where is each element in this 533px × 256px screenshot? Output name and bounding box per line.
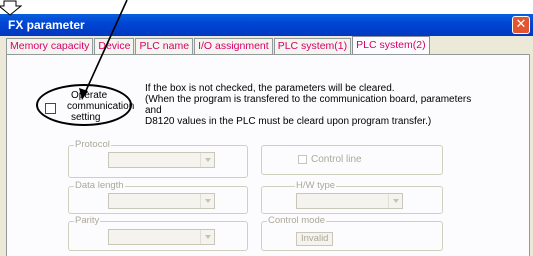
control-mode-group: Control mode — [261, 215, 443, 251]
chevron-down-icon — [200, 230, 214, 244]
control-line-checkbox[interactable] — [298, 155, 307, 164]
tab-io-assignment[interactable]: I/O assignment — [194, 38, 273, 54]
hollow-down-arrow-icon — [0, 0, 23, 16]
tab-plc-name[interactable]: PLC name — [135, 38, 194, 54]
close-button[interactable]: ✕ — [512, 16, 530, 34]
operate-communication-checkbox[interactable] — [45, 103, 56, 114]
data-length-select[interactable] — [108, 193, 215, 209]
info-line: If the box is not checked, the parameter… — [145, 83, 395, 94]
tab-memory-capacity[interactable]: Memory capacity — [6, 38, 94, 54]
control-mode-value[interactable]: Invalid — [296, 232, 334, 246]
protocol-select[interactable] — [108, 152, 215, 168]
control-line-label: Control line — [311, 154, 362, 165]
chevron-down-icon — [388, 194, 402, 208]
title-bar[interactable]: FX parameter ✕ — [0, 14, 533, 36]
tab-device[interactable]: Device — [94, 38, 135, 54]
parity-select[interactable] — [108, 229, 215, 245]
chevron-down-icon — [200, 194, 214, 208]
info-line: (When the program is transfered to the c… — [145, 94, 472, 116]
protocol-label: Protocol — [74, 139, 111, 151]
hw-type-label: H/W type — [295, 180, 337, 192]
parity-label: Parity — [74, 215, 101, 227]
operate-communication-label: Operate communication setting — [67, 90, 134, 123]
tab-strip: Memory capacity Device PLC name I/O assi… — [6, 36, 431, 55]
control-mode-label: Control mode — [267, 215, 327, 227]
tab-plc-system-2[interactable]: PLC system(2) — [352, 36, 430, 54]
operate-label-line: Operate — [71, 90, 108, 101]
hw-type-select[interactable] — [296, 193, 403, 209]
chevron-down-icon — [200, 153, 214, 167]
window-title: FX parameter — [8, 18, 85, 32]
operate-label-line: setting — [71, 112, 101, 123]
operate-label-line: communication — [67, 101, 135, 112]
data-length-label: Data length — [74, 180, 125, 192]
info-line: D8120 values in the PLC must be cleard u… — [145, 116, 432, 127]
screenshot: FX parameter ✕ Memory capacity Device PL… — [0, 0, 533, 256]
close-icon: ✕ — [515, 17, 527, 32]
info-text: If the box is not checked, the parameter… — [145, 83, 475, 127]
tab-plc-system-1[interactable]: PLC system(1) — [273, 38, 352, 54]
